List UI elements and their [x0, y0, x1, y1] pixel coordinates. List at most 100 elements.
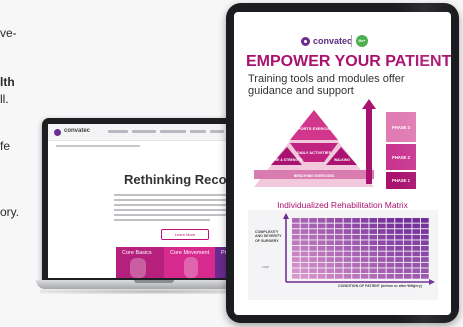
matrix-cell — [360, 240, 369, 246]
rehab-graphic: SPORTS EXERCISE DAILY ACTIVITIES CORE & … — [248, 99, 438, 300]
matrix-cell — [369, 262, 378, 268]
matrix-cell — [421, 234, 429, 240]
matrix-cell — [386, 274, 395, 279]
nav-link[interactable] — [160, 130, 186, 133]
nav-link[interactable] — [132, 130, 156, 133]
matrix-cell — [335, 257, 343, 262]
nav-link[interactable] — [190, 130, 206, 133]
matrix-cell — [369, 240, 378, 246]
matrix-cell — [352, 240, 360, 246]
nav-link[interactable] — [210, 130, 224, 133]
matrix-cell — [403, 218, 412, 223]
matrix-cell — [335, 246, 343, 251]
matrix-cell — [343, 229, 352, 234]
matrix-cell — [421, 268, 429, 274]
tile-label: Core Movement — [170, 250, 210, 256]
matrix-cell — [352, 223, 360, 229]
matrix-cell — [412, 218, 421, 223]
matrix-cell — [292, 257, 300, 262]
matrix-cell — [309, 257, 317, 262]
matrix-cell — [421, 274, 429, 279]
learn-more-button[interactable]: Learn More — [161, 229, 209, 240]
matrix-cell — [292, 274, 300, 279]
matrix-cell — [369, 229, 378, 234]
matrix-cell — [309, 246, 317, 251]
matrix-cell — [360, 218, 369, 223]
matrix-cell — [386, 251, 395, 257]
matrix-cell — [421, 246, 429, 251]
matrix-cell — [412, 268, 421, 274]
phase-1-label: PHASE 1 — [392, 178, 411, 183]
matrix-cell — [309, 229, 317, 234]
matrix-cell — [292, 229, 300, 234]
matrix-cell — [360, 262, 369, 268]
nav-link[interactable] — [108, 130, 128, 133]
matrix-cell — [412, 251, 421, 257]
matrix-cell — [369, 274, 378, 279]
matrix-cell — [326, 257, 335, 262]
matrix-cell — [352, 274, 360, 279]
matrix-cell — [386, 234, 395, 240]
matrix-cell — [326, 268, 335, 274]
matrix-cell — [292, 251, 300, 257]
matrix-cell — [395, 218, 403, 223]
matrix-cell — [343, 218, 352, 223]
matrix-cell — [395, 251, 403, 257]
exercise-figure-icon — [130, 258, 146, 278]
matrix-cell — [309, 251, 317, 257]
bg-text-line-3: ll. — [0, 92, 9, 106]
matrix-cell — [403, 229, 412, 234]
matrix-cell — [335, 234, 343, 240]
matrix-cell — [378, 268, 386, 274]
matrix-cell — [352, 229, 360, 234]
matrix-cell — [300, 246, 309, 251]
matrix-cell — [300, 240, 309, 246]
matrix-cell — [292, 223, 300, 229]
matrix-cell — [369, 223, 378, 229]
matrix-cell — [378, 234, 386, 240]
matrix-cell — [335, 262, 343, 268]
matrix-cell — [412, 274, 421, 279]
matrix-cell — [386, 268, 395, 274]
matrix-cell — [412, 257, 421, 262]
pyramid-top — [290, 110, 338, 140]
pyramid-center-label: DAILY ACTIVITIES — [297, 150, 332, 155]
exercise-figure-icon — [184, 257, 198, 278]
bg-text-line-4: fe — [0, 139, 11, 153]
matrix-cell — [326, 218, 335, 223]
matrix-cell — [300, 229, 309, 234]
matrix-cell — [395, 257, 403, 262]
matrix-cell — [317, 268, 326, 274]
matrix-cell — [378, 229, 386, 234]
matrix-cell — [335, 223, 343, 229]
phase-3-label: PHASE 3 — [392, 125, 411, 130]
matrix-cell — [317, 218, 326, 223]
matrix-cell — [395, 262, 403, 268]
matrix-cell — [300, 257, 309, 262]
matrix-cell — [369, 234, 378, 240]
matrix-cell — [292, 262, 300, 268]
bg-text-line-5: ory. — [0, 205, 20, 219]
matrix-cell — [343, 240, 352, 246]
matrix-cell — [412, 223, 421, 229]
matrix-cell — [378, 246, 386, 251]
matrix-cell — [412, 262, 421, 268]
matrix-cell — [326, 223, 335, 229]
matrix-cell — [352, 257, 360, 262]
matrix-cell — [300, 268, 309, 274]
matrix-cell — [386, 262, 395, 268]
matrix-cell — [352, 268, 360, 274]
tile-core-basics[interactable]: Core Basics — [116, 247, 164, 278]
matrix-cell — [395, 274, 403, 279]
matrix-cell — [352, 218, 360, 223]
matrix-cell — [317, 257, 326, 262]
matrix-cell — [317, 240, 326, 246]
matrix-cell — [292, 240, 300, 246]
matrix-cell — [309, 223, 317, 229]
matrix-cell — [412, 240, 421, 246]
matrix-cell — [395, 229, 403, 234]
matrix-cell — [317, 274, 326, 279]
matrix-cell — [403, 223, 412, 229]
matrix-cell — [360, 274, 369, 279]
tile-core-movement[interactable]: Core Movement — [164, 247, 215, 278]
